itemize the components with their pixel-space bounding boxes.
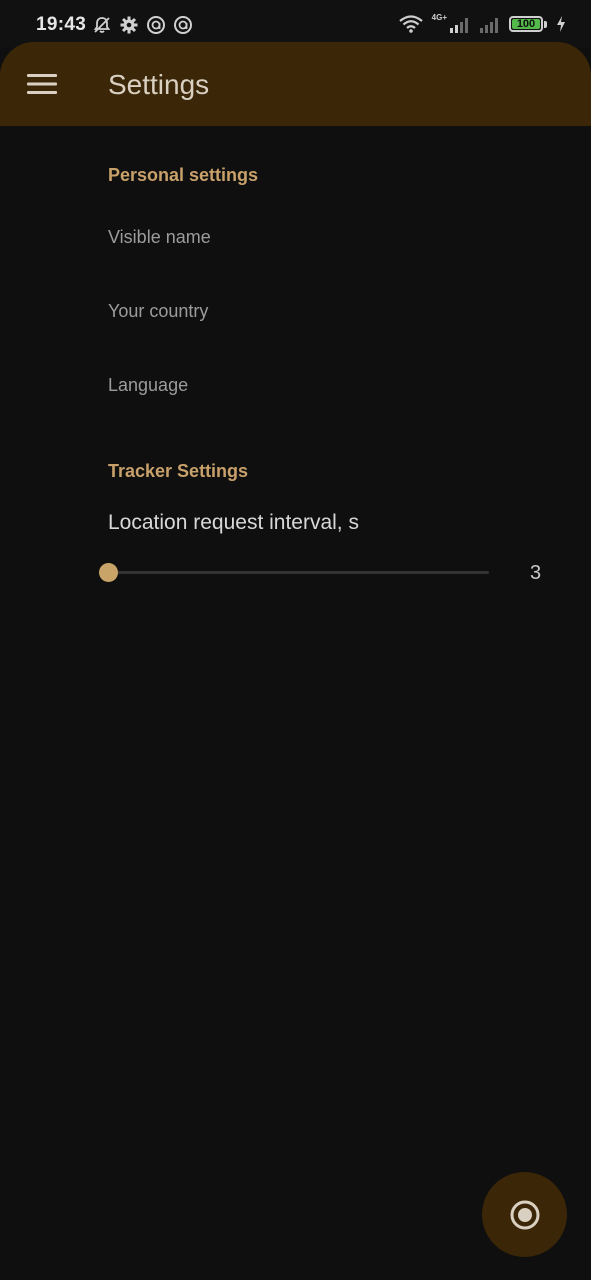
status-icons-left xyxy=(92,15,193,35)
signal-icon xyxy=(480,18,498,33)
record-fab-button[interactable] xyxy=(482,1172,567,1257)
location-interval-slider-thumb[interactable] xyxy=(98,563,118,582)
gear-icon xyxy=(120,16,138,34)
network-label: 4G+ xyxy=(431,13,447,22)
wifi-icon xyxy=(398,15,423,33)
location-interval-slider-track[interactable] xyxy=(108,571,489,574)
status-icons-right: 4G+ 100 xyxy=(398,14,567,34)
page-title: Settings xyxy=(108,69,210,100)
bell-off-icon xyxy=(93,17,111,33)
battery-icon: 100 xyxy=(509,16,543,32)
circle-a-icon xyxy=(174,16,192,34)
status-bar: 19:43 4G+ 100 xyxy=(0,0,591,48)
signal-bars-icon xyxy=(450,18,468,33)
signal-4g-icon: 4G+ xyxy=(432,14,471,34)
language-item[interactable]: Language xyxy=(108,375,188,396)
battery-cap xyxy=(544,20,547,28)
visible-name-item[interactable]: Visible name xyxy=(108,227,211,248)
record-icon xyxy=(510,1200,539,1229)
tracker-settings-header: Tracker Settings xyxy=(108,461,249,481)
circle-a-icon xyxy=(147,16,165,34)
charging-icon xyxy=(557,16,565,32)
hamburger-menu-icon xyxy=(27,74,57,94)
your-country-item[interactable]: Your country xyxy=(108,301,208,322)
menu-button[interactable] xyxy=(20,62,64,106)
battery-level: 100 xyxy=(516,18,536,30)
status-time: 19:43 xyxy=(36,14,87,35)
settings-screen: 19:43 4G+ 100 Settings Personal settings… xyxy=(0,0,591,1280)
location-interval-value: 3 xyxy=(530,562,542,584)
location-interval-label: Location request interval, s xyxy=(108,511,359,534)
personal-settings-header: Personal settings xyxy=(108,165,259,185)
app-bar: Settings xyxy=(0,42,591,126)
